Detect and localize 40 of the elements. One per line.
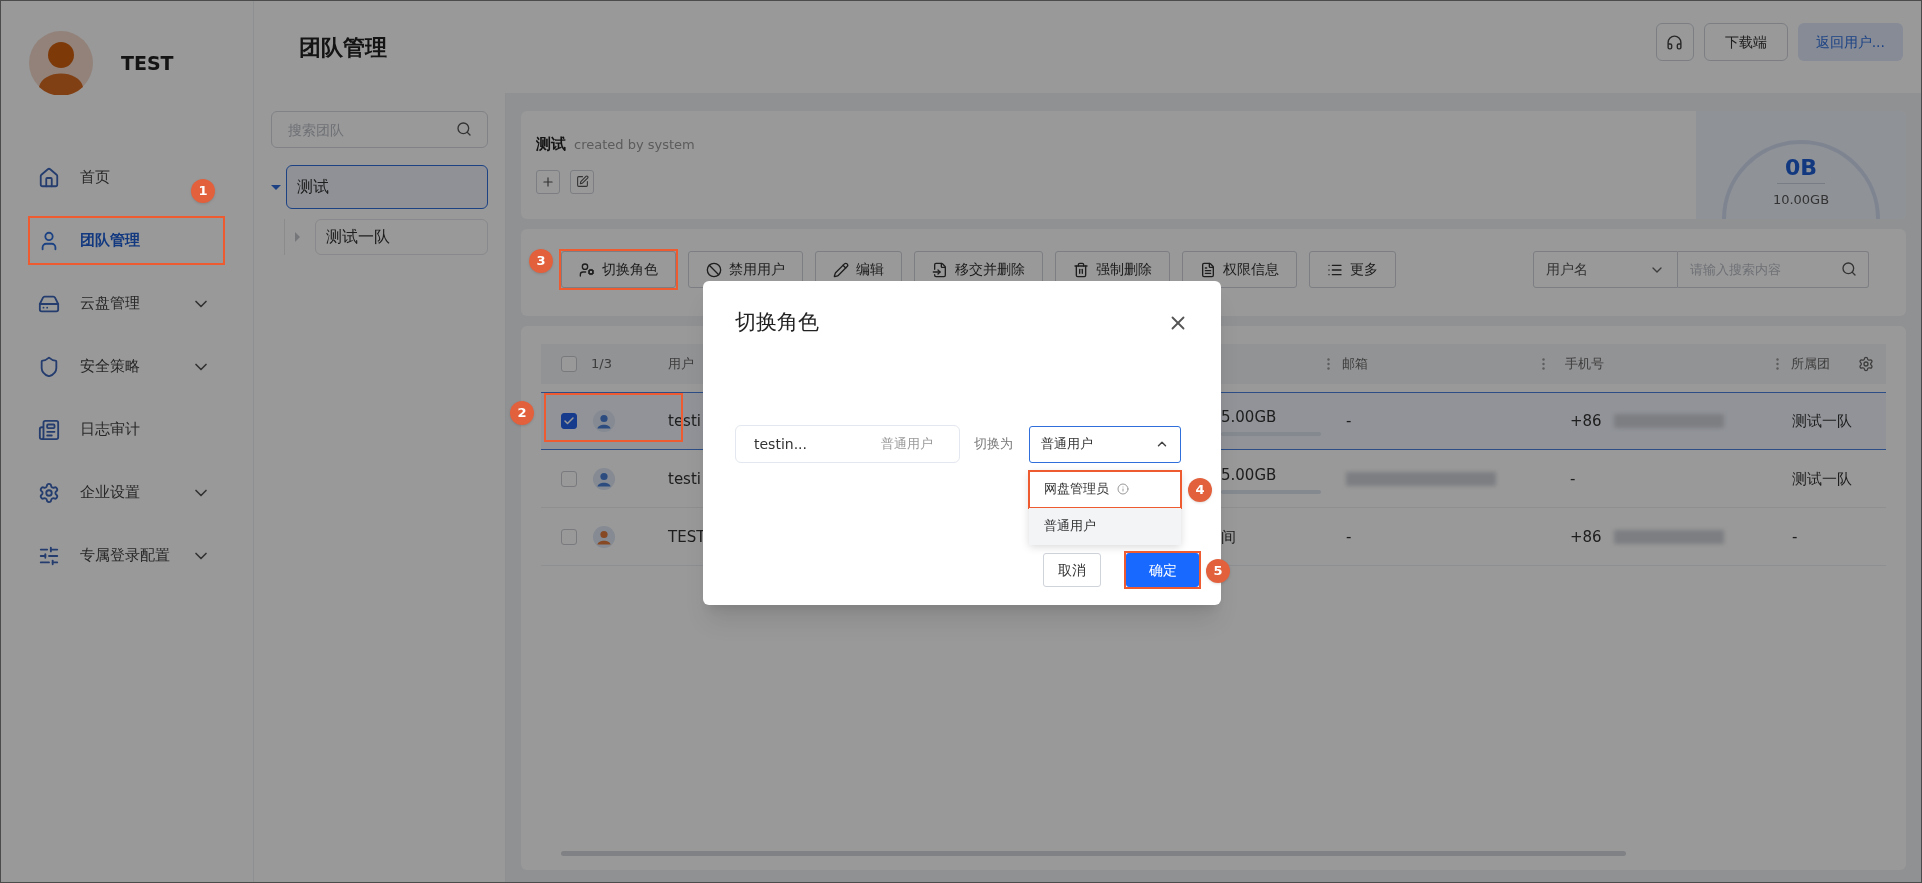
table-cell-text: +86 bbox=[1570, 526, 1602, 548]
switch-label: 切换为 bbox=[974, 435, 1013, 454]
step-badge: 2 bbox=[510, 401, 534, 425]
used-storage: 0B bbox=[1776, 152, 1826, 184]
step-badge: 3 bbox=[529, 249, 553, 273]
table-cell-text: - bbox=[1346, 526, 1352, 548]
sidebar-label: 安全策略 bbox=[80, 356, 140, 378]
table-cell: TEST bbox=[668, 527, 706, 546]
table-cell-text: +86 bbox=[1570, 410, 1602, 432]
dialog-title: 切换角色 bbox=[735, 309, 819, 337]
table-cell: testi bbox=[668, 469, 701, 488]
sidebar-label: 首页 bbox=[80, 167, 110, 189]
step-badge: 4 bbox=[1188, 477, 1212, 502]
table-cell-text: 间 bbox=[1221, 526, 1237, 548]
selection-count: 1/3 bbox=[591, 355, 612, 374]
table-cell-text: 5.00GB bbox=[1221, 464, 1278, 486]
table-cell: - bbox=[1792, 527, 1798, 546]
table-cell-text: - bbox=[1346, 410, 1352, 432]
sidebar-label: 专属登录配置 bbox=[80, 545, 170, 567]
step-badge: 5 bbox=[1206, 559, 1230, 583]
sidebar-label: 云盘管理 bbox=[80, 293, 140, 315]
sidebar-label: 团队管理 bbox=[80, 230, 140, 252]
column-header: 邮箱 bbox=[1342, 355, 1368, 374]
table-cell: 测试一队 bbox=[1792, 469, 1852, 488]
table-cell-text: - bbox=[1570, 468, 1576, 490]
team-name: 测试 bbox=[536, 134, 566, 155]
step-badge: 1 bbox=[191, 179, 215, 203]
column-header: 手机号 bbox=[1565, 355, 1604, 374]
sidebar-label: 企业设置 bbox=[80, 482, 140, 504]
user-name: testin... bbox=[754, 434, 807, 454]
team-subtitle: created by system bbox=[574, 136, 695, 154]
table-cell-text: 5.00GB bbox=[1221, 406, 1278, 428]
table-cell: 测试一队 bbox=[1792, 411, 1852, 430]
current-role: 普通用户 bbox=[881, 435, 933, 454]
column-header: 所属团 bbox=[1791, 355, 1830, 374]
sidebar-label: 日志审计 bbox=[80, 419, 140, 441]
column-header: 用户 bbox=[668, 356, 694, 372]
page-title: 团队管理 bbox=[299, 33, 387, 62]
profile-name: TEST bbox=[121, 51, 174, 76]
total-storage: 10.00GB bbox=[1772, 190, 1830, 209]
